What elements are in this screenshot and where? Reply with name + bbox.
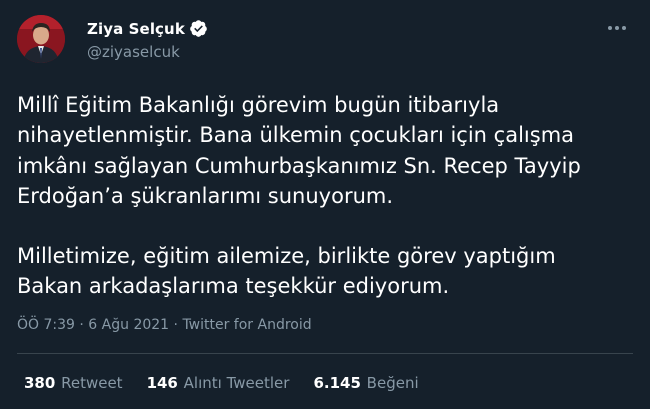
like-count: 6.145 — [313, 374, 361, 392]
meta-separator: · — [169, 317, 183, 333]
tweet-card: Ziya Selçuk @ziyaselcuk Millî Eğitim Bak… — [0, 0, 650, 409]
quote-label: Alıntı Tweetler — [183, 374, 290, 392]
author-name[interactable]: Ziya Selçuk — [87, 20, 185, 38]
tweet-time[interactable]: ÖÖ 7:39 — [17, 317, 75, 333]
likes-stat[interactable]: 6.145 Beğeni — [313, 374, 418, 392]
tweet-paragraph-2: Milletimize, eğitim ailemize, birlikte g… — [17, 244, 556, 299]
tweet-paragraph-1: Millî Eğitim Bakanlığı görevim bugün iti… — [17, 93, 581, 208]
retweet-label: Retweet — [61, 374, 123, 392]
verified-badge-icon — [189, 19, 208, 38]
avatar[interactable] — [17, 15, 65, 63]
quote-count: 146 — [146, 374, 178, 392]
like-label: Beğeni — [366, 374, 419, 392]
more-options-icon[interactable] — [606, 21, 628, 35]
author-handle[interactable]: @ziyaselcuk — [87, 43, 180, 61]
retweet-count: 380 — [24, 374, 56, 392]
tweet-meta: ÖÖ 7:39 · 6 Ağu 2021 · Twitter for Andro… — [17, 317, 312, 333]
meta-separator: · — [74, 317, 89, 333]
author-row: Ziya Selçuk — [87, 19, 208, 38]
tweet-date[interactable]: 6 Ağu 2021 — [88, 317, 169, 333]
tweet-source[interactable]: Twitter for Android — [182, 317, 311, 333]
tweet-stats: 380 Retweet 146 Alıntı Tweetler 6.145 Be… — [24, 374, 443, 392]
divider — [17, 353, 633, 354]
retweets-stat[interactable]: 380 Retweet — [24, 374, 123, 392]
tweet-text: Millî Eğitim Bakanlığı görevim bugün iti… — [17, 90, 627, 302]
quotes-stat[interactable]: 146 Alıntı Tweetler — [147, 374, 290, 392]
